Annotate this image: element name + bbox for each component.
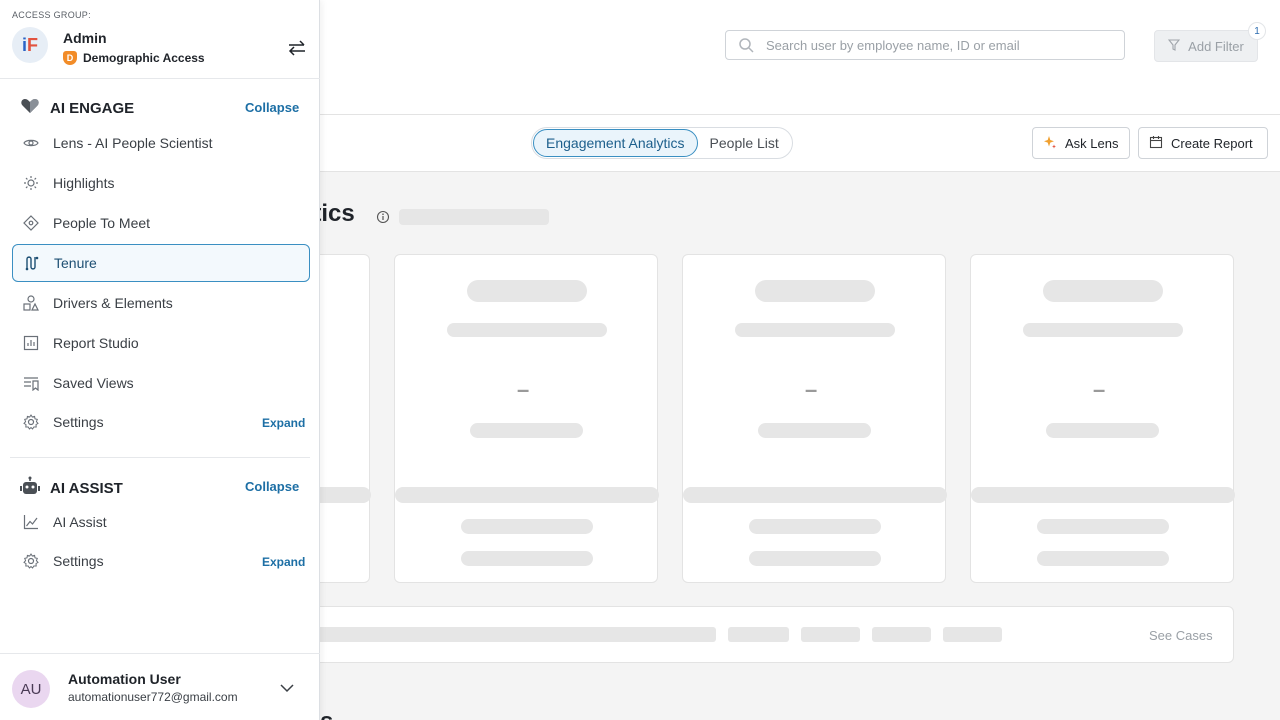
view-tabs: Engagement Analytics People List bbox=[531, 127, 793, 159]
access-role: Admin bbox=[63, 30, 107, 46]
saved-views-icon bbox=[23, 375, 39, 391]
settings-expand[interactable]: Expand bbox=[262, 416, 305, 430]
metric-value: – bbox=[1093, 377, 1106, 402]
sidebar-item-highlights[interactable]: Highlights bbox=[12, 164, 310, 202]
ai-engage-collapse[interactable]: Collapse bbox=[245, 100, 299, 115]
sidebar-item-drivers-elements[interactable]: Drivers & Elements bbox=[12, 284, 310, 322]
switch-arrows-icon[interactable] bbox=[287, 39, 307, 62]
search-icon bbox=[726, 37, 766, 53]
user-email: automationuser772@gmail.com bbox=[68, 690, 238, 704]
user-name: Automation User bbox=[68, 671, 181, 687]
filter-count-badge: 1 bbox=[1248, 22, 1266, 40]
sidebar: ACCESS GROUP: iF Admin D Demographic Acc… bbox=[0, 0, 320, 720]
add-filter-button[interactable]: Add Filter bbox=[1154, 30, 1258, 62]
tab-people-list[interactable]: People List bbox=[698, 129, 791, 157]
metric-value: – bbox=[805, 377, 818, 402]
eye-icon bbox=[23, 135, 39, 151]
tab-engagement-analytics[interactable]: Engagement Analytics bbox=[533, 129, 698, 157]
report-icon bbox=[23, 335, 39, 351]
chart-line-icon bbox=[23, 514, 39, 530]
ai-assist-collapse[interactable]: Collapse bbox=[245, 479, 299, 494]
metric-card: – bbox=[970, 254, 1235, 583]
calendar-report-icon bbox=[1149, 135, 1163, 152]
assist-settings-expand[interactable]: Expand bbox=[262, 555, 305, 569]
company-logo: iF bbox=[12, 27, 48, 63]
sidebar-item-tenure[interactable]: Tenure bbox=[12, 244, 310, 282]
access-group-label: ACCESS GROUP: bbox=[12, 10, 91, 20]
section-ai-assist: AI ASSIST bbox=[20, 476, 123, 500]
tenure-path-icon bbox=[24, 255, 40, 271]
sidebar-item-saved-views[interactable]: Saved Views bbox=[12, 364, 310, 402]
metric-value: – bbox=[517, 377, 530, 402]
diamond-icon bbox=[23, 215, 39, 231]
heart-icon bbox=[20, 97, 40, 119]
user-menu[interactable]: AU Automation User automationuser772@gma… bbox=[0, 653, 320, 720]
info-icon[interactable] bbox=[376, 210, 390, 229]
sidebar-item-lens[interactable]: Lens - AI People Scientist bbox=[12, 124, 310, 162]
cases-strip bbox=[300, 606, 1234, 663]
access-shield-icon: D bbox=[63, 51, 77, 65]
create-report-label: Create Report bbox=[1171, 135, 1253, 151]
avatar: AU bbox=[12, 670, 50, 708]
sidebar-item-report-studio[interactable]: Report Studio bbox=[12, 324, 310, 362]
search-box[interactable] bbox=[725, 30, 1125, 60]
gear-icon bbox=[23, 414, 39, 430]
access-group-name: Demographic Access bbox=[83, 51, 205, 65]
see-cases-link[interactable]: See Cases bbox=[1149, 628, 1213, 643]
create-report-button[interactable]: Create Report bbox=[1138, 127, 1268, 159]
metric-card: – bbox=[394, 254, 659, 583]
shapes-icon bbox=[23, 295, 39, 311]
title-skeleton bbox=[399, 209, 549, 225]
sidebar-item-people-to-meet[interactable]: People To Meet bbox=[12, 204, 310, 242]
sidebar-item-ai-assist[interactable]: AI Assist bbox=[12, 503, 310, 541]
gear-icon bbox=[23, 553, 39, 569]
add-filter-label: Add Filter bbox=[1188, 38, 1244, 54]
ask-lens-button[interactable]: Ask Lens bbox=[1032, 127, 1130, 159]
sparkle-icon bbox=[1043, 135, 1057, 152]
access-group: D Demographic Access bbox=[63, 51, 205, 65]
search-input[interactable] bbox=[766, 37, 1106, 53]
chevron-down-icon[interactable] bbox=[279, 680, 295, 698]
ask-lens-label: Ask Lens bbox=[1065, 135, 1119, 151]
robot-icon bbox=[20, 476, 40, 500]
filter-icon bbox=[1168, 38, 1181, 54]
section-ai-engage: AI ENGAGE bbox=[20, 97, 134, 119]
sun-icon bbox=[23, 175, 39, 191]
metric-card: – bbox=[682, 254, 947, 583]
